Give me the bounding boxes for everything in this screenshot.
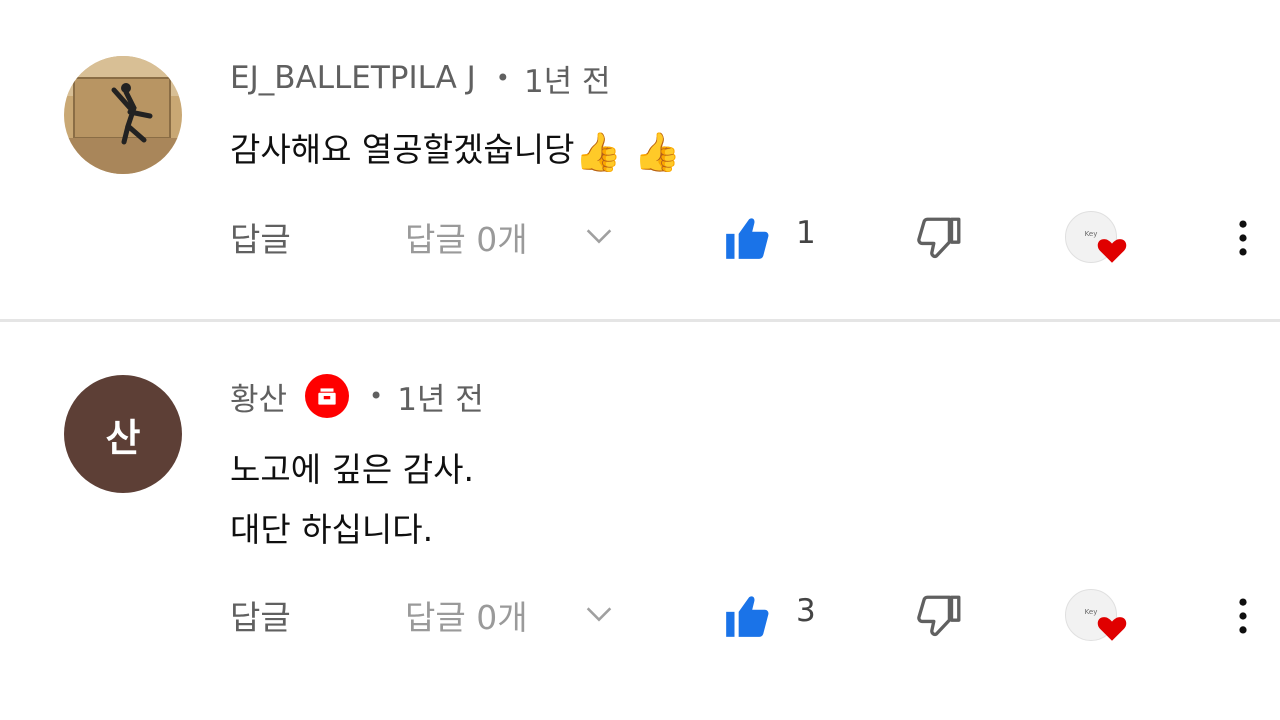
member-badge-icon: [305, 374, 350, 418]
comment-text: 감사해요 열공할겠숩니당👍 👍: [230, 120, 681, 182]
comment-header: EJ_BALLETPILA J • 1년 전: [230, 56, 611, 101]
reply-button[interactable]: 답글: [230, 591, 291, 639]
creator-heart-icon: [1097, 617, 1127, 641]
separator: •: [369, 382, 384, 410]
creator-heart-button[interactable]: Key: [1065, 589, 1131, 651]
avatar-letter: 산: [105, 415, 141, 460]
avatar[interactable]: [64, 56, 182, 174]
thumbs-up-emoji: 👍 👍: [574, 130, 682, 174]
creator-heart-icon: [1097, 239, 1127, 263]
separator: •: [495, 64, 510, 92]
dislike-icon[interactable]: [914, 591, 964, 641]
like-count: 3: [796, 593, 816, 629]
comment-header: 황산 • 1년 전: [230, 374, 484, 419]
comment-line: 감사해요 열공할겠숩니당: [230, 130, 575, 169]
like-icon[interactable]: [722, 591, 772, 641]
comment-item: 산 황산 • 1년 전 노고에 깊은 감사. 대단 하십니다. 답글 답글 0개…: [0, 322, 1280, 720]
more-vert-icon[interactable]: [1226, 591, 1260, 641]
comment-time[interactable]: 1년 전: [397, 374, 484, 419]
dislike-icon[interactable]: [914, 213, 964, 263]
view-replies-button[interactable]: 답글 0개: [405, 591, 528, 639]
comment-actions: 답글 답글 0개 1 Key: [0, 205, 1280, 265]
like-count: 1: [796, 215, 816, 251]
comment-line: 노고에 깊은 감사.: [230, 450, 474, 489]
comment-line: 대단 하십니다.: [230, 510, 434, 549]
chevron-down-icon[interactable]: [582, 219, 616, 253]
author-name[interactable]: EJ_BALLETPILA J: [230, 60, 476, 96]
comment-text: 노고에 깊은 감사. 대단 하십니다.: [230, 440, 474, 560]
more-vert-icon[interactable]: [1226, 213, 1260, 263]
author-name[interactable]: 황산: [230, 374, 287, 419]
comment-actions: 답글 답글 0개 3 Key: [0, 583, 1280, 643]
avatar[interactable]: 산: [64, 375, 182, 493]
creator-heart-button[interactable]: Key: [1065, 211, 1131, 273]
chevron-down-icon[interactable]: [582, 597, 616, 631]
avatar-photo: [64, 56, 182, 174]
like-icon[interactable]: [722, 213, 772, 263]
view-replies-button[interactable]: 답글 0개: [405, 213, 528, 261]
comment-item: EJ_BALLETPILA J • 1년 전 감사해요 열공할겠숩니당👍 👍 답…: [0, 0, 1280, 320]
reply-button[interactable]: 답글: [230, 213, 291, 261]
comment-time[interactable]: 1년 전: [524, 56, 611, 101]
